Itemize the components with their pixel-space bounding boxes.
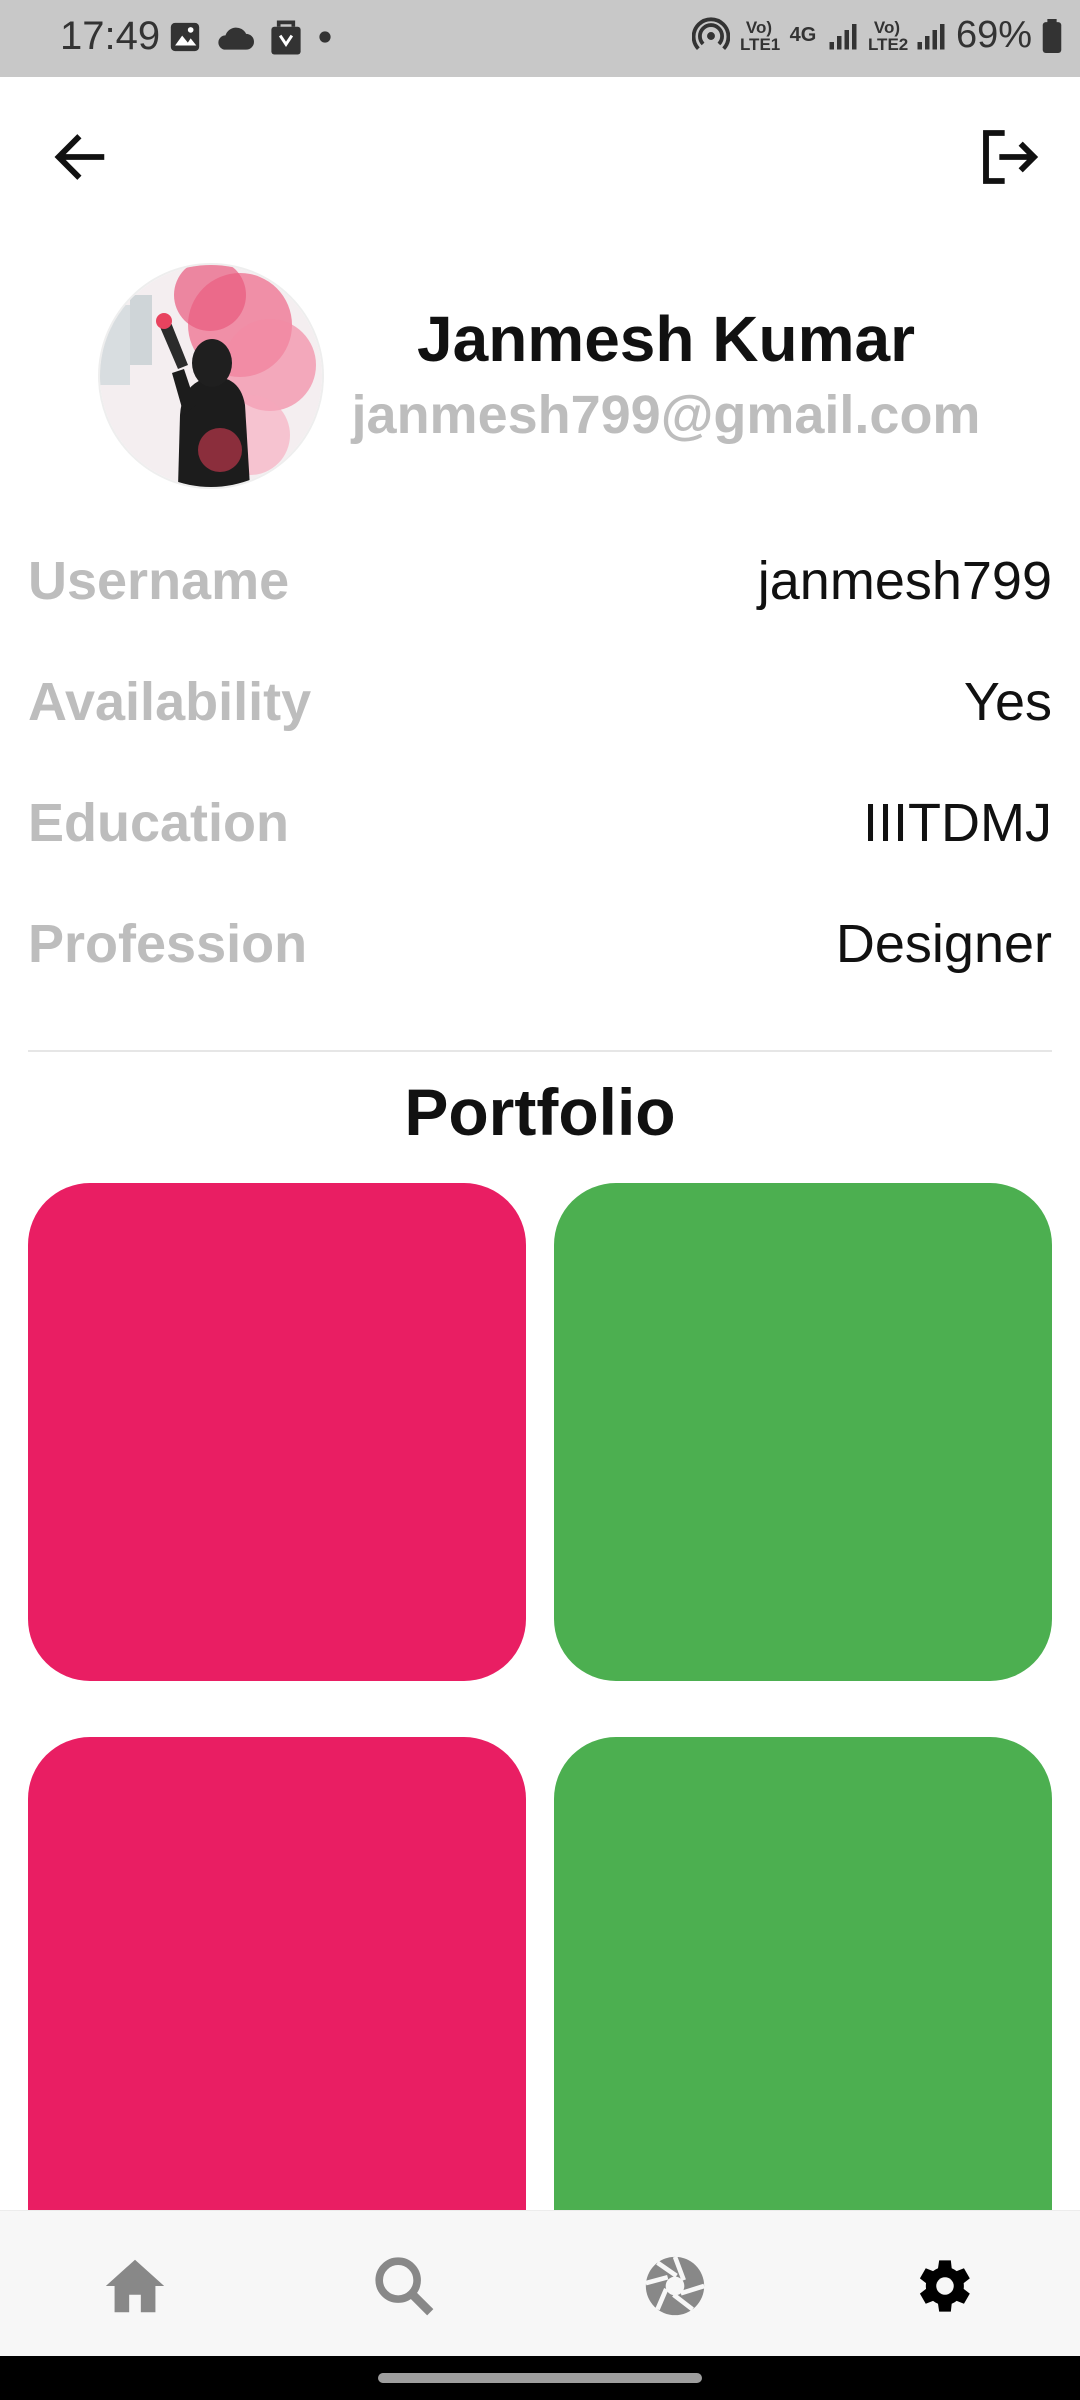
logout-icon[interactable]: [978, 125, 1042, 189]
profile-name: Janmesh Kumar: [417, 303, 915, 375]
detail-label: Profession: [28, 914, 308, 974]
portfolio-title: Portfolio: [404, 1075, 676, 1149]
home-gesture-handle[interactable]: [378, 2373, 702, 2383]
status-right-icons: Vo) LTE1 4G Vo) LTE2 69%: [691, 14, 1062, 57]
divider: [28, 1050, 1052, 1052]
portfolio-tile[interactable]: [28, 1183, 526, 1681]
detail-label: Username: [28, 551, 290, 611]
volte-lte2-icon: Vo) LTE2: [867, 17, 909, 54]
status-time: 17:49: [60, 14, 161, 58]
detail-row-availability: Availability Yes: [28, 661, 1052, 741]
avatar[interactable]: [98, 263, 324, 489]
profile-email: janmesh799@gmail.com: [351, 385, 981, 445]
bottom-navigation: [0, 2210, 1080, 2357]
camera-aperture-icon[interactable]: [640, 2251, 710, 2321]
search-icon[interactable]: [369, 2251, 439, 2321]
detail-row-username: Username janmesh799: [28, 540, 1052, 620]
battery-icon: [1042, 18, 1062, 53]
detail-label: Education: [28, 793, 290, 853]
signal-icon: [917, 23, 945, 49]
home-icon[interactable]: [100, 2251, 170, 2321]
bag-icon: [271, 20, 301, 55]
detail-value: Designer: [835, 914, 1052, 974]
status-bar: 17:49 Vo) LTE1 4G Vo) LTE2 69%: [0, 0, 1080, 77]
cloud-icon: [218, 27, 254, 50]
detail-row-profession: Profession Designer: [28, 903, 1052, 983]
detail-value: Yes: [963, 672, 1052, 732]
hotspot-icon: [691, 16, 730, 50]
volte-lte1-icon: Vo) LTE1: [739, 17, 781, 54]
detail-value: IIITDMJ: [863, 793, 1052, 853]
settings-icon[interactable]: [910, 2251, 980, 2321]
4g-icon: 4G: [789, 24, 817, 46]
portfolio-tile[interactable]: [554, 1183, 1052, 1681]
battery-percent: 69%: [955, 14, 1032, 56]
signal-icon: [829, 23, 857, 49]
gallery-icon: [170, 22, 200, 52]
arrow-left-icon[interactable]: [48, 125, 112, 189]
dot-icon: [319, 31, 331, 43]
detail-label: Availability: [28, 672, 312, 732]
status-left-icons: [168, 18, 332, 56]
avatar-photo: [100, 265, 322, 487]
detail-value: janmesh799: [757, 551, 1052, 611]
detail-row-education: Education IIITDMJ: [28, 782, 1052, 862]
